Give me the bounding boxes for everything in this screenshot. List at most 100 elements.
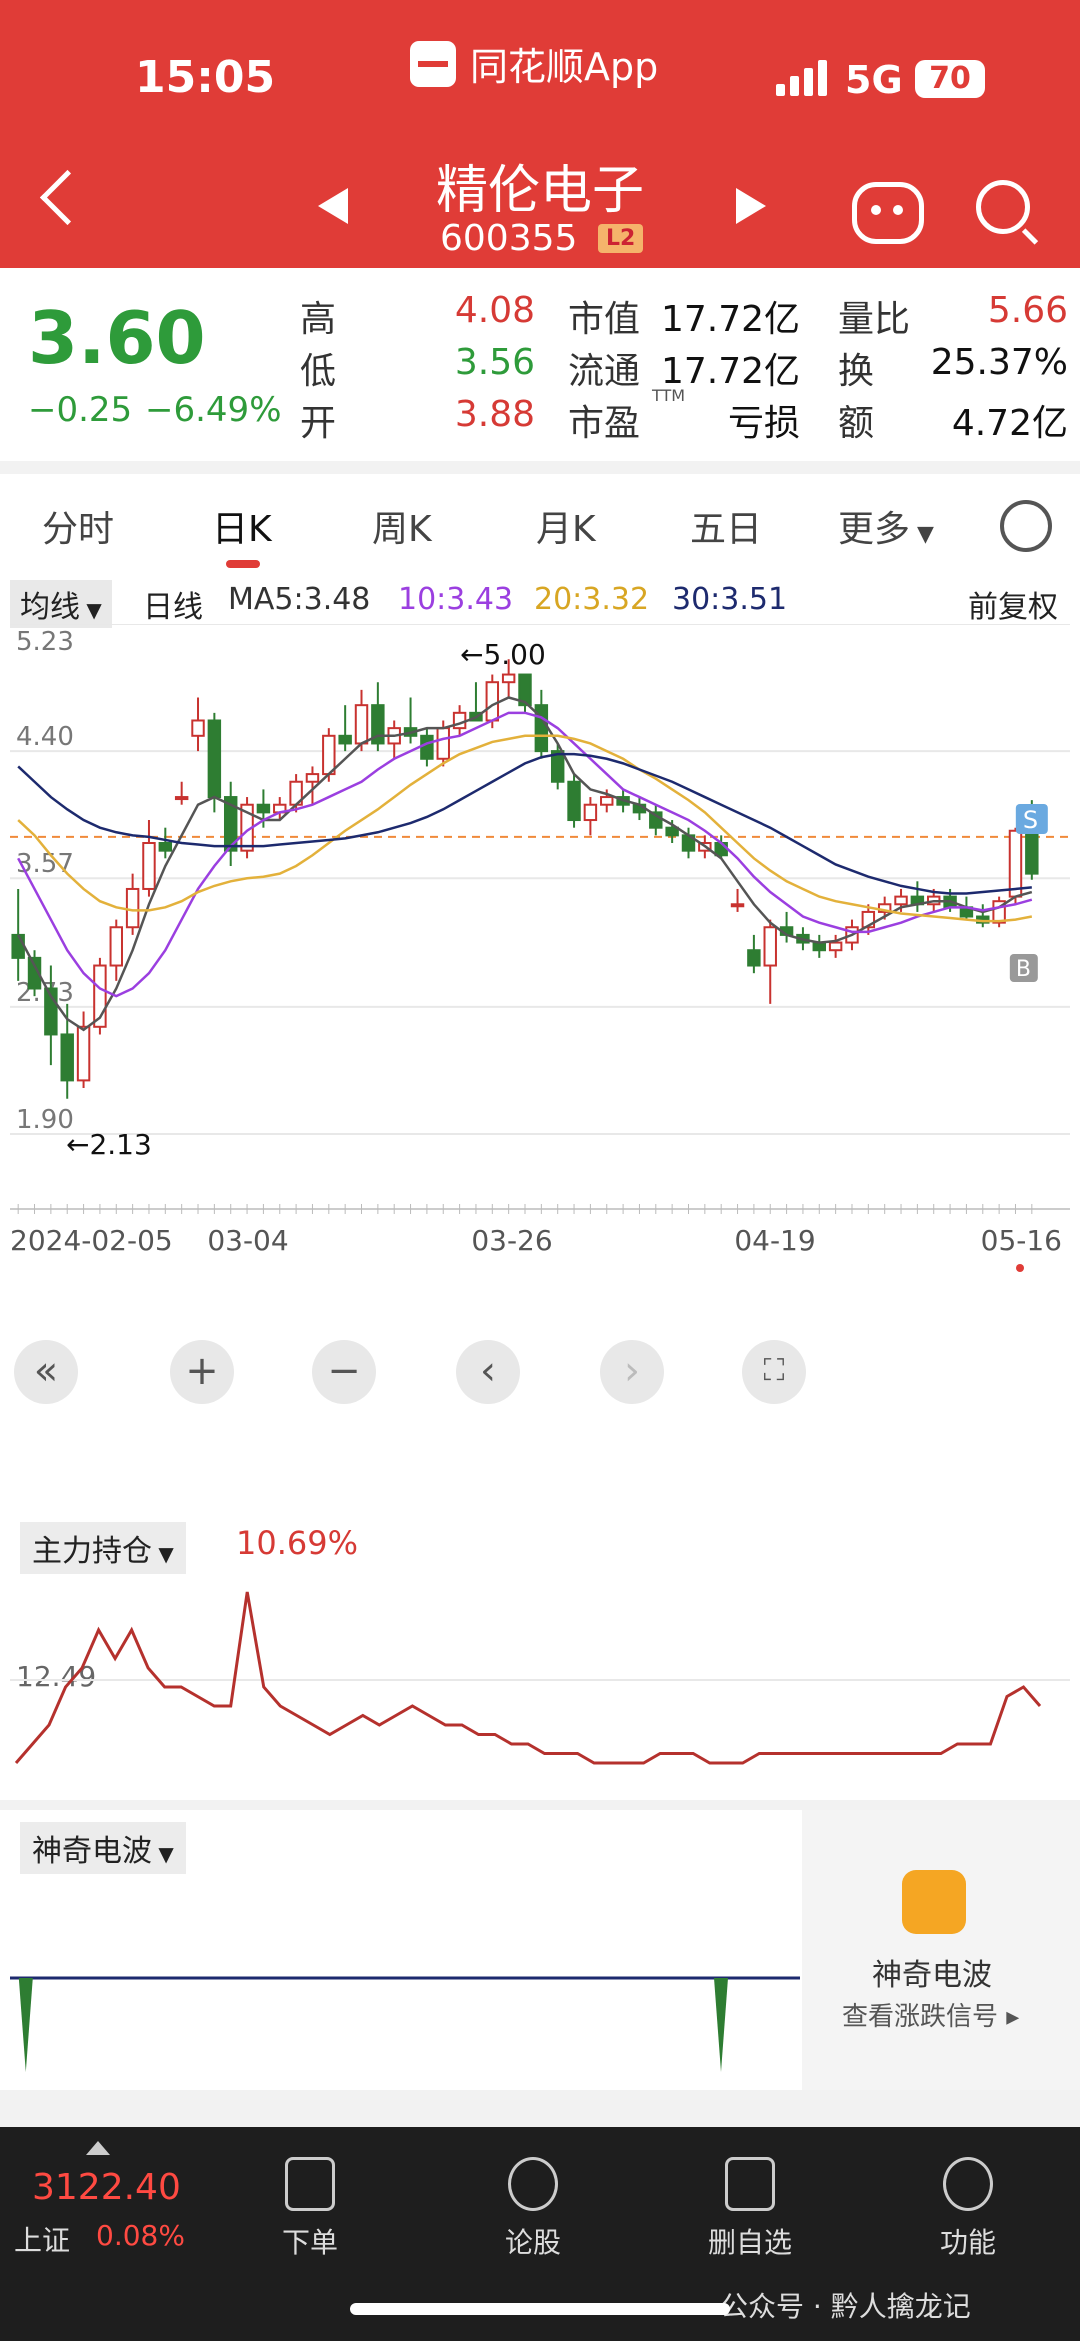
index-name: 上证	[14, 2224, 71, 2257]
low-annotation: ←2.13	[66, 1128, 152, 1161]
scroll-left-button[interactable]: ‹	[456, 1340, 520, 1404]
adjust-mode[interactable]: 前复权	[968, 582, 1058, 626]
y-tick-label: 5.23	[16, 627, 74, 657]
indicator1-label: 主力持仓	[32, 1534, 152, 1569]
candle-body	[305, 773, 320, 783]
x-tick-label: 03-26	[471, 1224, 552, 1257]
market-cap-label: 市值	[568, 299, 641, 340]
x-tick-label: 04-19	[734, 1224, 815, 1257]
app-logo-icon	[410, 40, 456, 87]
app-header: 15:05 同花顺App 5G 70 精伦电子 600355 L2	[0, 0, 1080, 268]
kline-chart[interactable]: 5.234.403.572.731.90←5.00←2.13SB2024-02-…	[0, 624, 1080, 1510]
candle-body	[730, 903, 745, 908]
tab-more[interactable]: 更多 ▼	[838, 500, 934, 552]
market-cap-value: 17.72亿	[660, 299, 800, 340]
price-change-pct: −6.49%	[145, 390, 282, 430]
nav-discuss-label: 论股	[504, 2226, 561, 2259]
candle-body	[828, 941, 843, 952]
indicator1-selector[interactable]: 主力持仓 ▼	[20, 1522, 186, 1574]
back-icon[interactable]	[39, 169, 96, 226]
float-cap-label: 流通	[568, 351, 641, 392]
candle-body	[174, 796, 189, 801]
nav-order[interactable]: 下单	[240, 2157, 380, 2261]
index-value[interactable]: 3122.40	[32, 2167, 181, 2208]
candle-body	[600, 796, 614, 806]
ma-selector[interactable]: 均线 ▼	[10, 580, 112, 628]
expand-up-icon[interactable]	[86, 2141, 110, 2155]
tab-weekly-k[interactable]: 周K	[372, 500, 432, 552]
candle-body	[567, 780, 581, 822]
magic-wave-icon	[902, 1870, 966, 1934]
candle-body	[125, 887, 140, 929]
nav-functions[interactable]: 功能	[898, 2157, 1038, 2261]
chevron-down-icon: ▼	[80, 598, 102, 622]
battery-icon: 70	[915, 60, 985, 98]
nav-remove-watch[interactable]: 删自选	[680, 2157, 820, 2261]
amount-label: 额	[838, 403, 875, 444]
fullscreen-button[interactable]: ⛶	[742, 1340, 806, 1404]
price-change: −0.25	[28, 390, 133, 430]
candle-body	[60, 1033, 74, 1082]
candle-body	[501, 673, 516, 684]
search-icon[interactable]	[976, 180, 1030, 234]
main-position-panel: 主力持仓 ▼ 10.69% 12.49	[0, 1510, 1080, 1800]
network-type: 5G	[845, 58, 903, 102]
status-time: 15:05	[135, 52, 276, 103]
tab-five-day[interactable]: 五日	[690, 500, 762, 552]
wave-spike	[714, 1978, 728, 2072]
candle-body	[1025, 829, 1039, 875]
candle-body	[420, 734, 434, 760]
nav-discuss[interactable]: 论股	[463, 2157, 603, 2261]
magic-wave-promo[interactable]: 神奇电波 查看涨跌信号 ▸	[802, 1810, 1080, 2090]
turnover-value: 25.37%	[930, 342, 1068, 383]
x-tick-label: 05-16	[981, 1224, 1062, 1257]
promo-subtitle: 查看涨跌信号 ▸	[842, 1996, 1019, 2033]
candle-body	[665, 826, 679, 837]
scroll-right-button[interactable]: ›	[600, 1340, 664, 1404]
app-name: 同花顺App	[470, 45, 659, 89]
ma30-line	[17, 752, 1032, 895]
minus-box-icon	[725, 2157, 775, 2211]
x-tick-label: 2024-02-05	[10, 1224, 173, 1257]
candle-body	[76, 1025, 91, 1082]
high-value: 4.08	[454, 290, 535, 331]
watermark-text: 公众号 · 黔人擒龙记	[720, 2290, 971, 2323]
nav-order-label: 下单	[281, 2226, 338, 2259]
high-label: 高	[300, 299, 337, 340]
candle-body	[322, 734, 336, 776]
buy-marker-label: B	[1016, 957, 1031, 982]
stock-code: 600355	[440, 218, 578, 259]
indicator1-value: 10.69%	[236, 1524, 359, 1562]
candle-body	[158, 842, 173, 852]
indicator1-chart	[10, 1591, 1070, 1765]
y-tick-label: 4.40	[16, 722, 74, 752]
active-tab-indicator	[226, 560, 260, 568]
index-pct: 0.08%	[96, 2219, 185, 2252]
chevron-right-icon: ▸	[998, 2002, 1020, 2032]
x-tick-label: 03-04	[207, 1224, 288, 1257]
robot-assistant-icon[interactable]	[852, 182, 924, 244]
candle-body	[1008, 829, 1023, 898]
latest-dot	[1016, 1264, 1024, 1272]
volume-ratio-label: 量比	[838, 299, 911, 340]
nav-functions-label: 功能	[939, 2226, 996, 2259]
next-stock-icon[interactable]	[736, 188, 766, 224]
sell-marker-label: S	[1023, 806, 1038, 834]
rewind-button[interactable]: «	[14, 1340, 78, 1404]
candle-body	[714, 842, 728, 857]
tab-monthly-k[interactable]: 月K	[536, 500, 596, 552]
candle-body	[747, 949, 761, 967]
turnover-label: 换	[838, 351, 875, 392]
tab-daily-k[interactable]: 日K	[212, 500, 272, 552]
order-icon	[285, 2157, 335, 2211]
ma10-value: 10:3.43	[398, 582, 514, 617]
prev-stock-icon[interactable]	[318, 188, 348, 224]
low-value: 3.56	[454, 342, 535, 383]
indicator2-chart	[10, 1976, 800, 2072]
zoom-out-button[interactable]: −	[312, 1340, 376, 1404]
zoom-in-button[interactable]: +	[170, 1340, 234, 1404]
settings-icon[interactable]	[1000, 500, 1052, 552]
kline-panel: 均线 ▼ 日线 MA5:3.48 10:3.43 20:3.32 30:3.51…	[0, 574, 1080, 1510]
home-indicator	[350, 2303, 730, 2315]
tab-intraday[interactable]: 分时	[42, 500, 114, 552]
